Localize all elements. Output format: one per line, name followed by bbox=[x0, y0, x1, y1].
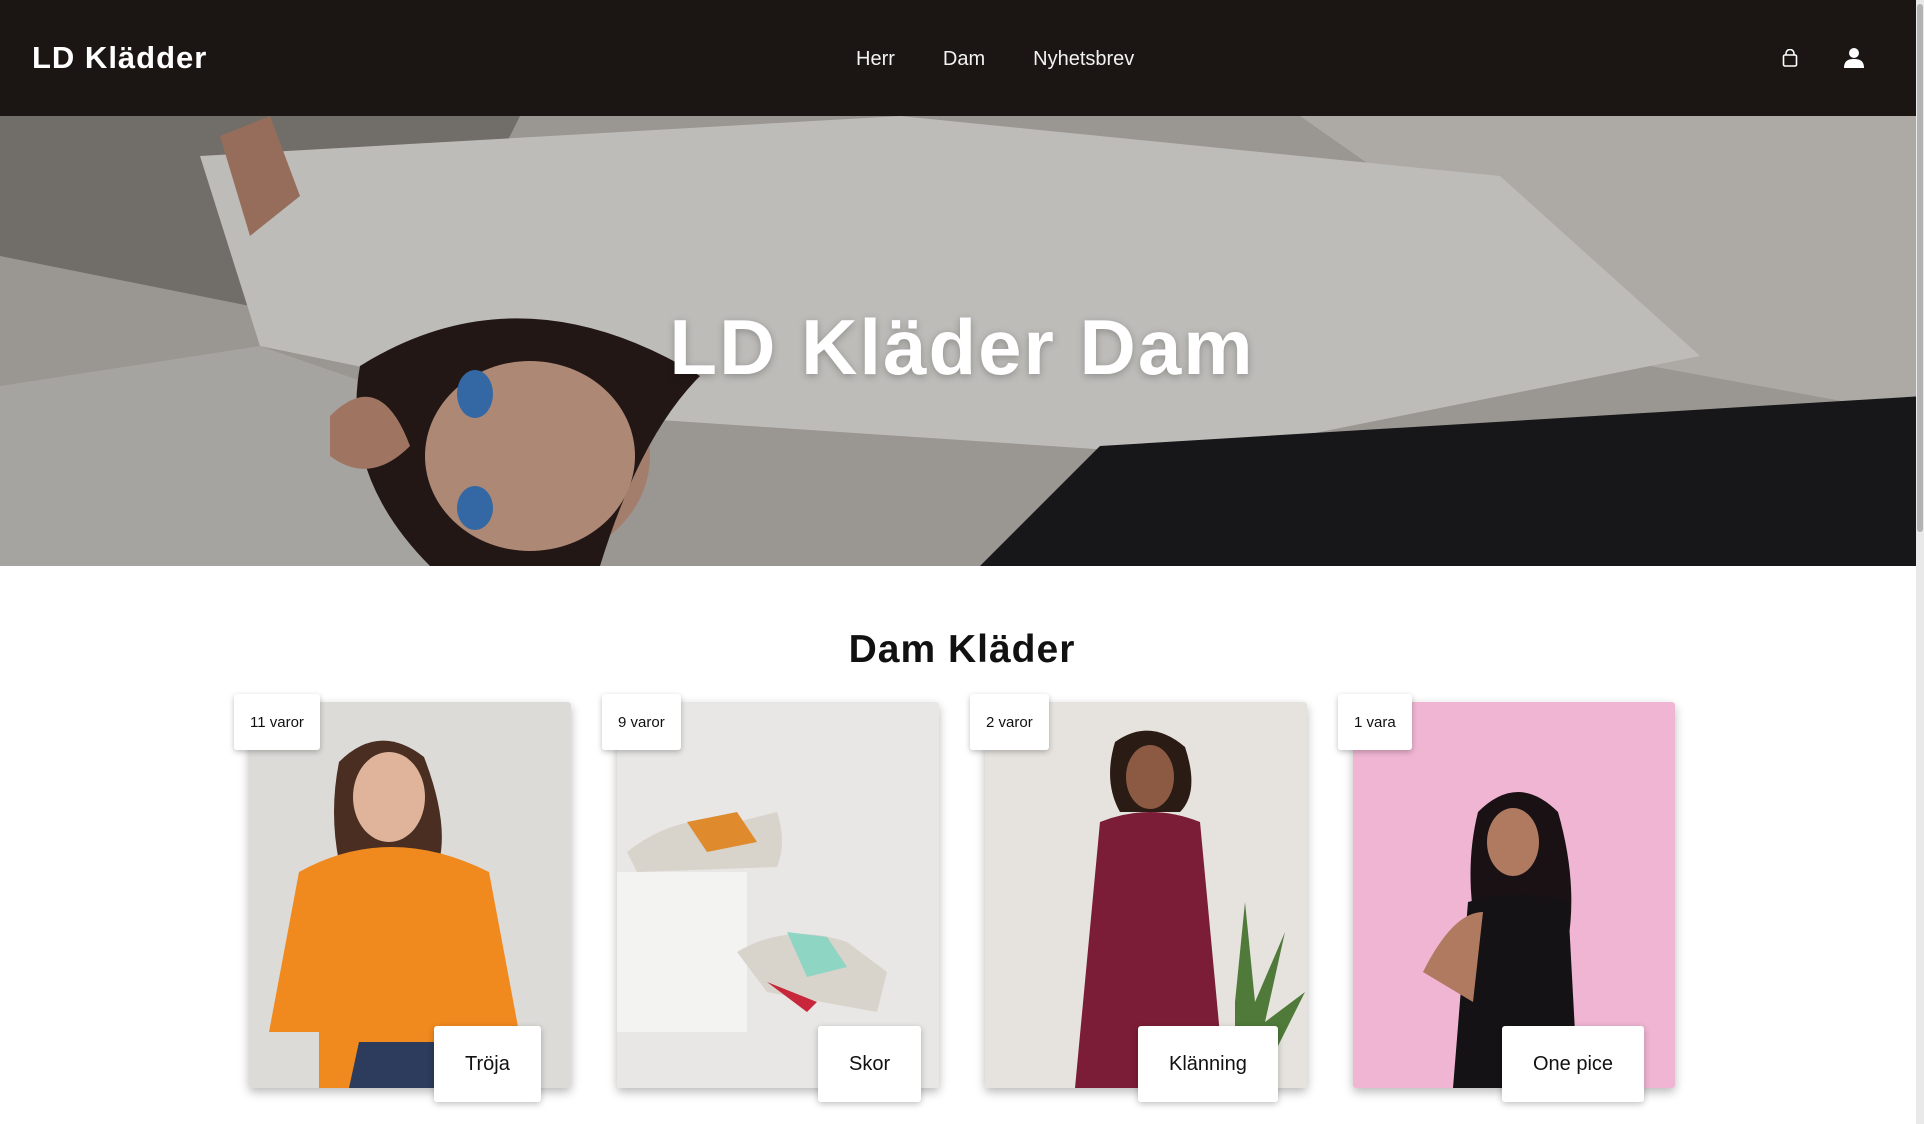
category-label-button[interactable]: One pice bbox=[1502, 1026, 1645, 1102]
brand-logo-link[interactable]: LD Klädder bbox=[32, 40, 207, 76]
hero-title: LD Kläder Dam bbox=[669, 303, 1255, 391]
section-title: Dam Kläder bbox=[848, 628, 1076, 671]
nav-link-herr[interactable]: Herr bbox=[856, 48, 895, 71]
category-grid: 11 varor Tröja 9 varor Skor 2 varor Klän… bbox=[234, 694, 1675, 1114]
category-card-klanning[interactable]: 2 varor Klänning bbox=[970, 694, 1307, 1104]
scrollbar-thumb[interactable] bbox=[1917, 4, 1923, 532]
item-count-badge: 9 varor bbox=[602, 694, 681, 750]
category-card-troja[interactable]: 11 varor Tröja bbox=[234, 694, 571, 1104]
shopping-bag-icon[interactable] bbox=[1776, 44, 1804, 72]
nav-icon-group bbox=[1776, 44, 1868, 72]
category-card-skor[interactable]: 9 varor Skor bbox=[602, 694, 939, 1104]
nav-link-dam[interactable]: Dam bbox=[943, 48, 985, 71]
category-label-button[interactable]: Tröja bbox=[434, 1026, 541, 1102]
item-count-badge: 2 varor bbox=[970, 694, 1049, 750]
item-count-badge: 11 varor bbox=[234, 694, 320, 750]
top-navbar: LD Klädder Herr Dam Nyhetsbrev bbox=[0, 0, 1924, 116]
user-icon[interactable] bbox=[1840, 44, 1868, 72]
category-card-one-pice[interactable]: 1 vara One pice bbox=[1338, 694, 1675, 1104]
scrollbar-track[interactable] bbox=[1916, 0, 1924, 1124]
hero-banner: LD Kläder Dam bbox=[0, 116, 1924, 566]
category-label-button[interactable]: Klänning bbox=[1138, 1026, 1278, 1102]
nav-link-nyhetsbrev[interactable]: Nyhetsbrev bbox=[1033, 48, 1134, 71]
category-label-button[interactable]: Skor bbox=[818, 1026, 922, 1102]
main-nav: Herr Dam Nyhetsbrev bbox=[856, 48, 1134, 71]
item-count-badge: 1 vara bbox=[1338, 694, 1412, 750]
